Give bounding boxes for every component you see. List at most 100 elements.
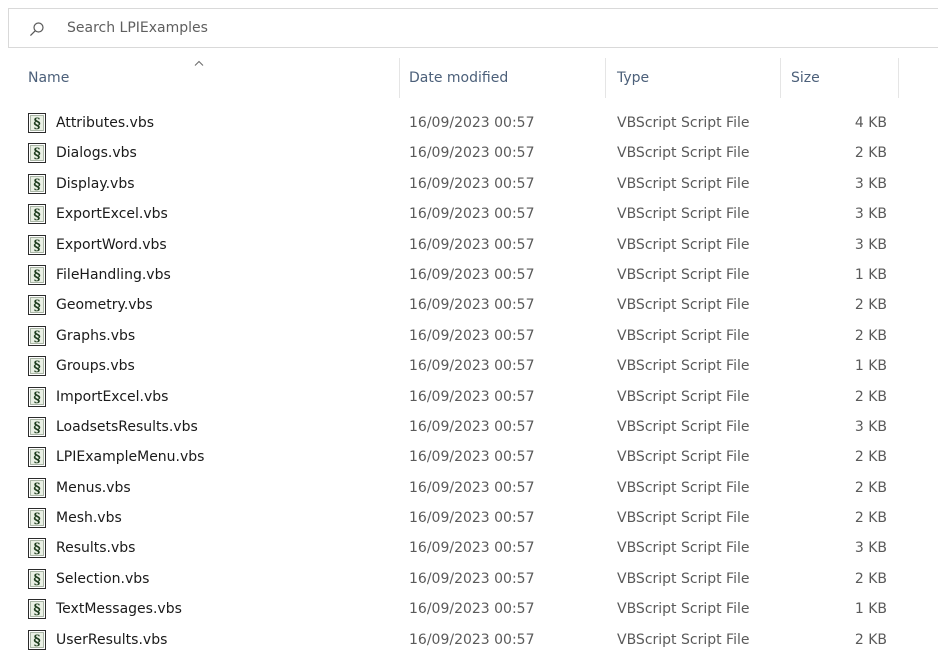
file-row[interactable]: § FileHandling.vbs 16/09/2023 00:57 VBSc… <box>0 260 938 290</box>
file-type: VBScript Script File <box>617 510 750 527</box>
vbscript-file-icon: § <box>28 386 46 407</box>
vbscript-file-icon: § <box>28 599 46 620</box>
file-size: 3 KB <box>854 236 887 253</box>
column-header-type-label: Type <box>617 70 650 86</box>
file-date-modified: 16/09/2023 00:57 <box>409 540 535 557</box>
file-row[interactable]: § ExportExcel.vbs 16/09/2023 00:57 VBScr… <box>0 199 938 229</box>
file-row[interactable]: § Dialogs.vbs 16/09/2023 00:57 VBScript … <box>0 138 938 168</box>
file-type: VBScript Script File <box>617 479 750 496</box>
file-name: Attributes.vbs <box>56 115 155 131</box>
column-header-size[interactable]: Size <box>781 58 899 98</box>
svg-text:§: § <box>33 390 40 406</box>
svg-text:§: § <box>33 298 40 314</box>
file-type: VBScript Script File <box>617 327 750 344</box>
file-row[interactable]: § Attributes.vbs 16/09/2023 00:57 VBScri… <box>0 108 938 138</box>
search-icon <box>30 22 44 36</box>
file-name: Groups.vbs <box>56 358 135 375</box>
file-row[interactable]: § Geometry.vbs 16/09/2023 00:57 VBScript… <box>0 290 938 320</box>
file-size: 2 KB <box>854 449 887 466</box>
file-row[interactable]: § Results.vbs 16/09/2023 00:57 VBScript … <box>0 533 938 563</box>
file-size: 2 KB <box>854 570 887 587</box>
file-name: Dialogs.vbs <box>56 145 137 162</box>
file-row[interactable]: § LoadsetsResults.vbs 16/09/2023 00:57 V… <box>0 412 938 442</box>
file-date-modified: 16/09/2023 00:57 <box>409 175 535 192</box>
file-type: VBScript Script File <box>617 388 750 405</box>
file-type: VBScript Script File <box>617 145 750 162</box>
svg-text:§: § <box>33 511 40 527</box>
file-name: FileHandling.vbs <box>56 266 171 283</box>
file-name: Geometry.vbs <box>56 297 153 314</box>
file-row[interactable]: § Mesh.vbs 16/09/2023 00:57 VBScript Scr… <box>0 503 938 533</box>
file-type: VBScript Script File <box>617 206 750 223</box>
file-type: VBScript Script File <box>617 540 750 557</box>
column-header-name-label: Name <box>28 70 70 86</box>
file-date-modified: 16/09/2023 00:57 <box>409 510 535 527</box>
file-date-modified: 16/09/2023 00:57 <box>409 358 535 375</box>
svg-text:§: § <box>33 481 40 497</box>
file-size: 1 KB <box>854 601 887 618</box>
vbscript-file-icon: § <box>28 629 46 650</box>
file-type: VBScript Script File <box>617 601 750 618</box>
vbscript-file-icon: § <box>28 447 46 468</box>
svg-text:§: § <box>33 450 40 466</box>
file-date-modified: 16/09/2023 00:57 <box>409 327 535 344</box>
file-row[interactable]: § TextMessages.vbs 16/09/2023 00:57 VBSc… <box>0 594 938 624</box>
file-date-modified: 16/09/2023 00:57 <box>409 115 535 131</box>
file-size: 2 KB <box>854 510 887 527</box>
file-row[interactable]: § LPIExampleMenu.vbs 16/09/2023 00:57 VB… <box>0 442 938 472</box>
file-name: Selection.vbs <box>56 570 150 587</box>
file-name: Results.vbs <box>56 540 136 557</box>
column-header-type[interactable]: Type <box>606 58 781 98</box>
file-type: VBScript Script File <box>617 570 750 587</box>
file-date-modified: 16/09/2023 00:57 <box>409 479 535 496</box>
file-name: Mesh.vbs <box>56 510 122 527</box>
file-row[interactable]: § Display.vbs 16/09/2023 00:57 VBScript … <box>0 169 938 199</box>
file-name: Display.vbs <box>56 175 135 192</box>
file-date-modified: 16/09/2023 00:57 <box>409 631 535 648</box>
vbscript-file-icon: § <box>28 508 46 529</box>
file-row[interactable]: § Graphs.vbs 16/09/2023 00:57 VBScript S… <box>0 321 938 351</box>
file-name: LPIExampleMenu.vbs <box>56 449 205 466</box>
vbscript-file-icon: § <box>28 173 46 194</box>
file-name: TextMessages.vbs <box>56 601 182 618</box>
file-size: 3 KB <box>854 175 887 192</box>
search-input[interactable] <box>67 17 667 39</box>
file-type: VBScript Script File <box>617 449 750 466</box>
file-type: VBScript Script File <box>617 175 750 192</box>
svg-text:§: § <box>33 177 40 193</box>
file-row[interactable]: § ExportWord.vbs 16/09/2023 00:57 VBScri… <box>0 230 938 260</box>
file-date-modified: 16/09/2023 00:57 <box>409 601 535 618</box>
svg-text:§: § <box>33 420 40 436</box>
column-header-name[interactable]: Name <box>0 58 400 98</box>
file-name: ImportExcel.vbs <box>56 388 169 405</box>
file-date-modified: 16/09/2023 00:57 <box>409 236 535 253</box>
file-row[interactable]: § Selection.vbs 16/09/2023 00:57 VBScrip… <box>0 564 938 594</box>
column-header-date-modified[interactable]: Date modified <box>400 58 606 98</box>
search-box[interactable] <box>8 8 938 48</box>
file-size: 2 KB <box>854 388 887 405</box>
file-date-modified: 16/09/2023 00:57 <box>409 449 535 466</box>
file-type: VBScript Script File <box>617 418 750 435</box>
file-size: 2 KB <box>854 145 887 162</box>
file-date-modified: 16/09/2023 00:57 <box>409 570 535 587</box>
svg-text:§: § <box>33 633 40 649</box>
file-type: VBScript Script File <box>617 631 750 648</box>
column-header-size-label: Size <box>791 70 820 86</box>
sort-ascending-icon <box>194 60 204 66</box>
file-row[interactable]: § UserResults.vbs 16/09/2023 00:57 VBScr… <box>0 625 938 650</box>
vbscript-file-icon: § <box>28 325 46 346</box>
file-row[interactable]: § ImportExcel.vbs 16/09/2023 00:57 VBScr… <box>0 382 938 412</box>
file-size: 1 KB <box>854 358 887 375</box>
svg-text:§: § <box>33 541 40 557</box>
vbscript-file-icon: § <box>28 143 46 164</box>
vbscript-file-icon: § <box>28 264 46 285</box>
file-row[interactable]: § Groups.vbs 16/09/2023 00:57 VBScript S… <box>0 351 938 381</box>
vbscript-file-icon: § <box>28 295 46 316</box>
file-date-modified: 16/09/2023 00:57 <box>409 145 535 162</box>
vbscript-file-icon: § <box>28 113 46 133</box>
file-explorer-pane: Name Date modified Type Size § Attribute… <box>0 0 938 650</box>
file-date-modified: 16/09/2023 00:57 <box>409 388 535 405</box>
vbscript-file-icon: § <box>28 538 46 559</box>
file-name: Menus.vbs <box>56 479 131 496</box>
file-row[interactable]: § Menus.vbs 16/09/2023 00:57 VBScript Sc… <box>0 473 938 503</box>
